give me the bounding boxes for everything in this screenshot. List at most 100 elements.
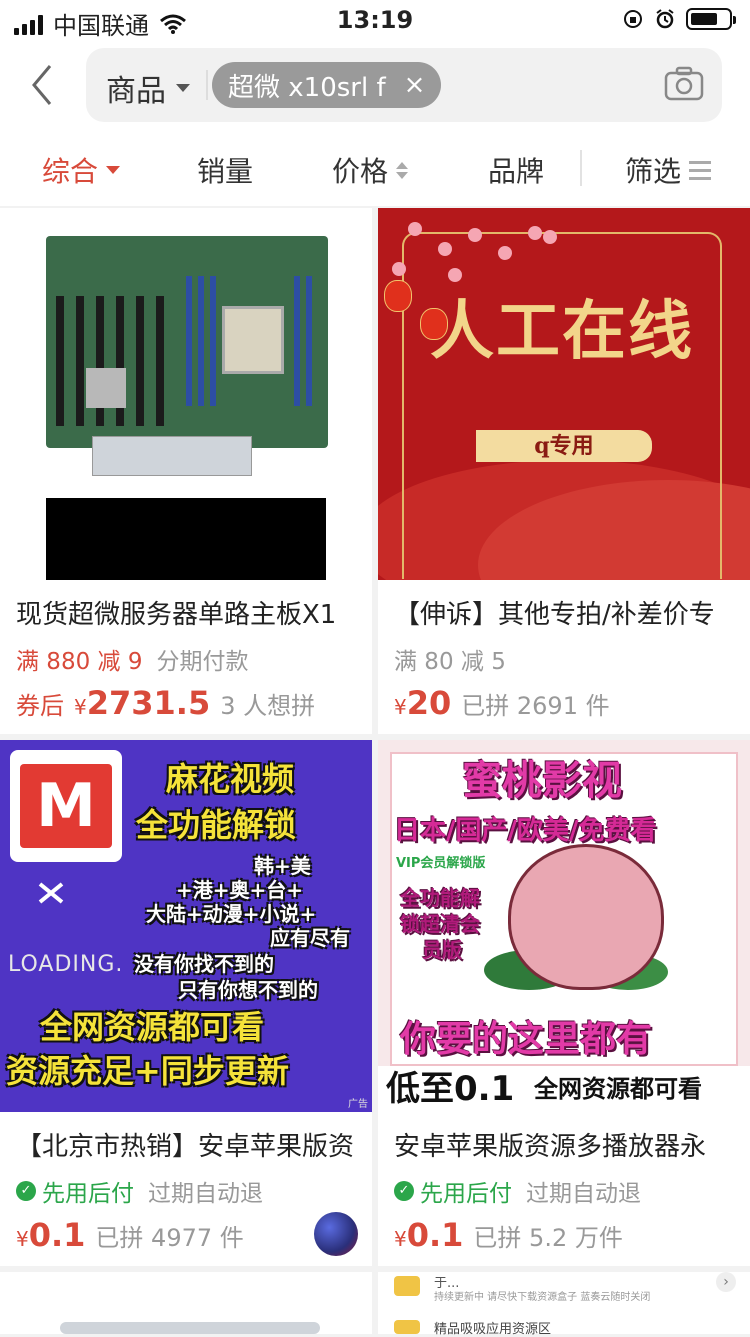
product-card[interactable]: 人工在线 q专用 【伸诉】其他专拍/补差价专 满 80 减 5 ¥20 已拼 2… [378,208,750,734]
installment-label: 分期付款 [156,649,249,675]
product-card[interactable] [0,1272,372,1334]
product-card[interactable]: 于... 持续更新中 请尽快下载资源盒子 蓝奏云随时关闭 精品吸吸应用资源区 › [378,1272,750,1337]
image-text: 精品吸吸应用资源区 [434,1322,552,1337]
redaction-box [46,498,326,580]
promo-row: 满 880 减 9 分期付款 [16,642,248,676]
price-row: 券后 ¥2731.5 3 人想拼 [16,684,315,722]
sort-label: 品牌 [488,155,545,188]
chevron-down-icon [176,84,190,92]
poster-line: 低至0.1 [386,1069,515,1109]
sort-label: 筛选 [625,155,682,188]
poster-line: 麻花视频 [166,760,295,798]
product-image[interactable]: M 麻花视频 全功能解锁 韩+美 +港+奥+台+ 大陆+动漫+小说+ 应有尽有 … [0,740,372,1112]
price-row: ¥20 已拼 2691 件 [394,684,610,722]
poster-line: 你要的这里都有 [400,1019,653,1060]
product-title[interactable]: 【北京市热销】安卓苹果版资 [16,1126,361,1163]
poster-line: 员版 [422,938,462,962]
product-image[interactable]: 蜜桃影视 日本/国产/欧美/免费看 VIP会员解锁版 全功能解 锁超清会 员版 … [378,740,750,1112]
product-image [60,1322,320,1334]
price: 2731.5 [86,684,211,722]
sold-count: 3 人想拼 [220,692,316,720]
poster-line: 资源充足+同步更新 [6,1052,289,1090]
poster-line: 蜜桃影视 [462,758,622,804]
poster-line: 全网资源都可看 [534,1075,702,1103]
price-prefix: 券后 [16,692,64,720]
poster-banner: q专用 [476,430,652,462]
camera-icon[interactable] [664,66,704,102]
sort-price[interactable]: 价格 [332,150,409,190]
search-query-chip[interactable]: 超微 x10srl f × [212,62,442,108]
price-row: ¥0.1 已拼 4977 件 [16,1216,244,1254]
folder-icon [394,1276,420,1296]
currency-symbol: ¥ [16,1227,29,1251]
search-bar[interactable]: 商品 超微 x10srl f × [86,48,722,122]
discount-label: 满 80 减 5 [394,649,506,675]
currency-symbol: ¥ [394,695,407,719]
discount-label: 满 880 减 9 [16,649,143,675]
red-poster: 人工在线 q专用 [378,208,750,580]
poster-headline: 人工在线 [430,294,694,369]
sort-brand[interactable]: 品牌 [488,150,544,190]
pay-later-icon: ✓ [394,1181,414,1201]
price: 20 [406,684,452,722]
product-card[interactable]: M 麻花视频 全功能解锁 韩+美 +港+奥+台+ 大陆+动漫+小说+ 应有尽有 … [0,740,372,1266]
search-query-text: 超微 x10srl f [228,72,386,103]
pay-later-badge: 先用后付 [42,1181,134,1207]
product-image[interactable]: 人工在线 q专用 [378,208,750,580]
sort-label: 价格 [332,155,389,188]
search-scope-dropdown[interactable]: 商品 [106,66,190,110]
price-row: ¥0.1 已拼 5.2 万件 [394,1216,623,1254]
alarm-icon [656,9,674,29]
orientation-lock-icon [624,10,642,28]
sort-comprehensive[interactable]: 综合 [42,150,121,190]
product-title[interactable]: 现货超微服务器单路主板X1 [16,594,361,631]
pay-later-icon: ✓ [16,1181,36,1201]
product-image[interactable] [0,208,372,580]
sort-updown-icon [396,161,409,179]
product-title[interactable]: 【伸诉】其他专拍/补差价专 [394,594,739,631]
divider [206,70,208,100]
price: 0.1 [28,1216,86,1254]
peach-illustration [508,844,664,990]
sold-count: 已拼 5.2 万件 [473,1224,623,1252]
sort-label: 销量 [197,155,254,188]
loading-text: LOADING. [8,952,124,977]
app-logo: M [10,750,122,862]
battery-icon [686,8,736,30]
chevron-right-icon: › [716,1272,736,1292]
status-bar: 中国联通 13:19 [0,0,750,42]
promo-row: 满 80 减 5 [394,642,506,676]
price: 0.1 [406,1216,464,1254]
search-header: 商品 超微 x10srl f × [0,42,750,132]
poster-line: 日本/国产/欧美/免费看 [394,816,657,846]
poster-line: 锁超清会 [400,912,480,936]
poster-line: 没有你找不到的 [134,952,274,976]
pink-poster: 蜜桃影视 日本/国产/欧美/免费看 VIP会员解锁版 全功能解 锁超清会 员版 … [378,740,750,1112]
refund-label: 过期自动退 [148,1181,263,1207]
currency-symbol: ¥ [74,695,87,719]
filter-icon [689,160,712,180]
poster-line: 只有你想不到的 [178,978,318,1002]
sold-count: 已拼 4977 件 [95,1224,244,1252]
poster-line: 全功能解 [400,886,480,910]
sort-sales[interactable]: 销量 [197,150,253,190]
product-title[interactable]: 安卓苹果版资源多播放器永 [394,1126,739,1163]
divider [580,150,582,186]
sold-count: 已拼 2691 件 [461,692,610,720]
poster-line: VIP会员解锁版 [396,856,486,871]
avatar[interactable] [314,1212,358,1256]
back-icon[interactable] [26,62,66,108]
promo-row: ✓ 先用后付 过期自动退 [394,1174,641,1208]
folder-icon [394,1320,420,1334]
chevron-down-icon [106,166,121,174]
close-icon[interactable]: × [404,70,426,100]
filter-button[interactable]: 筛选 [625,150,712,190]
pay-later-badge: 先用后付 [420,1181,512,1207]
io-shield [92,436,252,476]
purple-poster: M 麻花视频 全功能解锁 韩+美 +港+奥+台+ 大陆+动漫+小说+ 应有尽有 … [0,740,372,1112]
product-card[interactable]: 蜜桃影视 日本/国产/欧美/免费看 VIP会员解锁版 全功能解 锁超清会 员版 … [378,740,750,1266]
capcut-icon [38,882,64,904]
search-scope-label: 商品 [106,74,166,109]
motherboard-image [46,236,328,448]
product-card[interactable]: 现货超微服务器单路主板X1 满 880 减 9 分期付款 券后 ¥2731.5 … [0,208,372,734]
